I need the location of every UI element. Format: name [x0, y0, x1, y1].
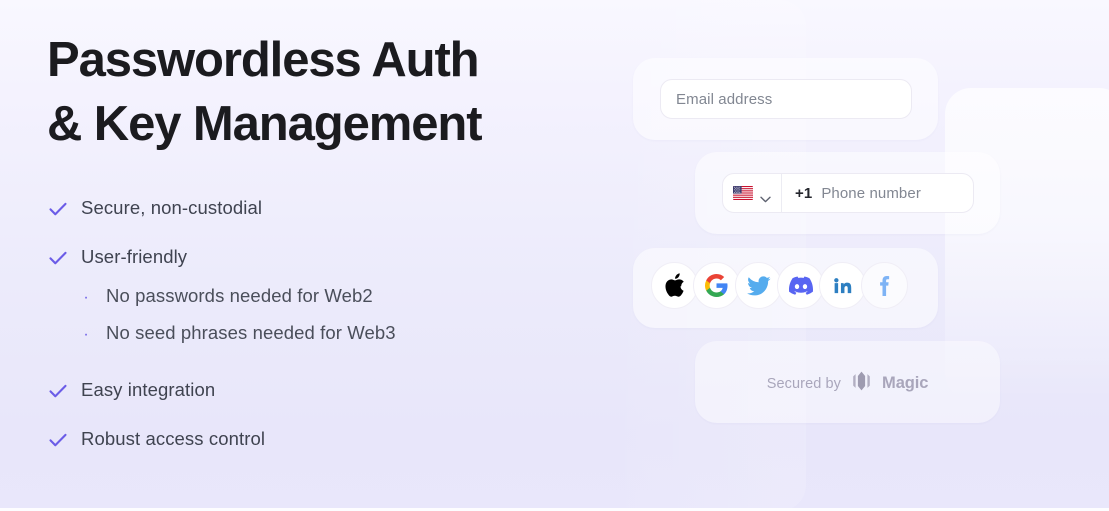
headline-line-1: Passwordless Auth	[47, 33, 480, 87]
social-provider-row	[651, 262, 908, 309]
check-icon	[47, 247, 69, 269]
check-icon	[47, 380, 69, 402]
secured-by-label: Secured by	[766, 375, 842, 392]
page-title: Passwordless Auth & Key Management	[47, 28, 587, 156]
bullet-icon: ·	[83, 326, 89, 343]
hero-copy: Passwordless Auth & Key Management Secur…	[47, 28, 587, 452]
bullet-icon: ·	[83, 289, 89, 306]
sub-feature-label: No passwords needed for Web2	[106, 285, 373, 306]
magic-logo-icon	[850, 371, 873, 396]
social-login-facebook[interactable]	[861, 262, 908, 309]
phone-card: +1 Phone number	[695, 152, 1000, 234]
headline-line-2: & Key Management	[47, 97, 483, 151]
twitter-icon	[746, 274, 771, 298]
phone-input-group: +1 Phone number	[722, 173, 974, 213]
list-item: · No passwords needed for Web2	[81, 283, 396, 311]
phone-placeholder: Phone number	[821, 184, 921, 202]
social-login-apple[interactable]	[651, 262, 698, 309]
feature-label: Secure, non-custodial	[81, 197, 263, 218]
feature-label: User-friendly	[81, 246, 188, 267]
sub-feature-label: No seed phrases needed for Web3	[106, 322, 396, 343]
us-flag-icon	[733, 186, 753, 200]
social-login-card	[633, 248, 938, 328]
linkedin-icon	[832, 275, 853, 296]
email-placeholder: Email address	[676, 90, 773, 108]
list-item: User-friendly · No passwords needed for …	[47, 244, 587, 357]
facebook-icon	[873, 274, 897, 298]
secured-by-badge: Secured by Magic	[695, 371, 1000, 396]
list-item: Secure, non-custodial	[47, 195, 587, 221]
secured-by-card: Secured by Magic	[695, 341, 1000, 423]
check-icon	[47, 198, 69, 220]
social-login-linkedin[interactable]	[819, 262, 866, 309]
social-login-twitter[interactable]	[735, 262, 782, 309]
social-login-google[interactable]	[693, 262, 740, 309]
list-item: · No seed phrases needed for Web3	[81, 320, 396, 348]
list-item: Robust access control	[47, 426, 587, 452]
hero-section: Passwordless Auth & Key Management Secur…	[0, 0, 1109, 511]
google-icon	[705, 274, 728, 297]
apple-icon	[664, 273, 685, 298]
social-login-discord[interactable]	[777, 262, 824, 309]
auth-widget-illustration: Email address +1 Phone number Secured by…	[600, 0, 1109, 511]
chevron-down-icon	[760, 190, 771, 202]
list-item: Easy integration	[47, 377, 587, 403]
email-card: Email address	[633, 58, 938, 140]
discord-icon	[788, 274, 813, 298]
sub-feature-list: · No passwords needed for Web2 · No seed…	[81, 283, 396, 348]
dial-code: +1	[795, 184, 813, 202]
feature-label: Robust access control	[81, 428, 266, 449]
feature-list: Secure, non-custodial User-friendly · No…	[47, 195, 587, 452]
country-code-select[interactable]	[723, 174, 782, 212]
phone-number-input[interactable]: +1 Phone number	[782, 174, 973, 212]
check-icon	[47, 429, 69, 451]
feature-label: Easy integration	[81, 379, 216, 400]
email-input[interactable]: Email address	[660, 79, 912, 119]
magic-brand-name: Magic	[882, 374, 929, 392]
